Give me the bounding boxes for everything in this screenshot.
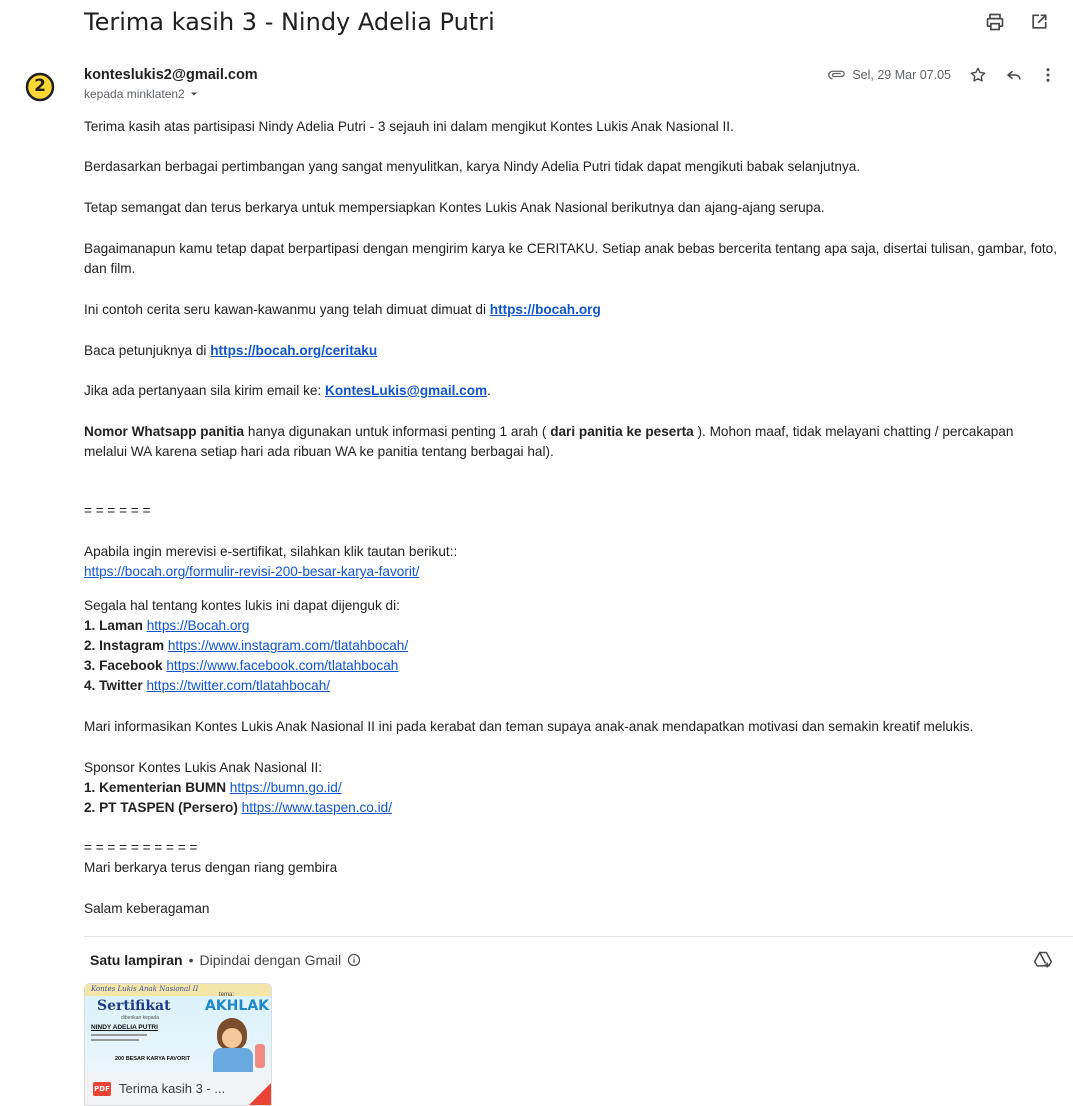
link-instagram[interactable]: https://www.instagram.com/tlatahbocah/ xyxy=(168,638,408,653)
example-text: Ini contoh cerita seru kawan-kawanmu yan… xyxy=(84,302,490,317)
subject-toolbar xyxy=(983,10,1051,34)
link-laman[interactable]: https://Bocah.org xyxy=(147,618,250,633)
social-label: 1. Laman xyxy=(84,618,143,633)
social-item-facebook: 3. Facebook https://www.facebook.com/tla… xyxy=(84,656,1059,676)
paragraph-whatsapp: Nomor Whatsapp panitia hanya digunakan u… xyxy=(84,422,1059,463)
add-to-drive-icon[interactable] xyxy=(1033,950,1053,975)
paragraph-thanks: Terima kasih atas partisipasi Nindy Adel… xyxy=(84,119,734,134)
whatsapp-direction: dari panitia ke peserta xyxy=(550,424,694,439)
message-date: Sel, 29 Mar 07.05 xyxy=(852,68,951,82)
page-fold-corner xyxy=(249,1083,271,1105)
social-label: 2. Instagram xyxy=(84,638,165,653)
link-taspen[interactable]: https://www.taspen.co.id/ xyxy=(242,800,392,815)
attachment-divider xyxy=(84,936,1073,937)
contact-end: . xyxy=(487,383,491,398)
recipient-text: kepada minklaten2 xyxy=(84,87,185,101)
preview-subtitle: diberikan kepada xyxy=(121,1015,160,1021)
social-label: 3. Facebook xyxy=(84,658,163,673)
link-bumn[interactable]: https://bumn.go.id/ xyxy=(230,780,342,795)
whatsapp-text1: hanya digunakan untuk informasi penting … xyxy=(244,424,551,439)
social-item-twitter: 4. Twitter https://twitter.com/tlatahboc… xyxy=(84,676,1059,696)
paragraph-ceritaku: Bagaimanapun kamu tetap dapat berpartipa… xyxy=(84,241,1058,277)
sender-email[interactable]: konteslukis2@gmail.com xyxy=(84,67,258,83)
recipient-line[interactable]: kepada minklaten2 xyxy=(84,87,199,101)
closing-line-1: Mari berkarya terus dengan riang gembira xyxy=(84,860,338,875)
separator-short: = = = = = = xyxy=(84,503,151,518)
attachment-filename: Terima kasih 3 - ... xyxy=(119,1081,226,1096)
paragraph-encourage: Tetap semangat dan terus berkarya untuk … xyxy=(84,200,825,215)
paragraph-info: Mari informasikan Kontes Lukis Anak Nasi… xyxy=(84,719,974,734)
revisi-line: https://bocah.org/formulir-revisi-200-be… xyxy=(84,562,1059,582)
sponsor-item-bumn: 1. Kementerian BUMN https://bumn.go.id/ xyxy=(84,778,1059,798)
sponsor-label: 1. Kementerian BUMN xyxy=(84,780,227,795)
info-icon[interactable] xyxy=(347,953,361,967)
open-new-window-icon[interactable] xyxy=(1027,10,1051,34)
preview-name: NINDY ADELIA PUTRI xyxy=(91,1024,158,1031)
pdf-file-icon: PDF xyxy=(93,1081,111,1096)
paragraph-contact: Jika ada pertanyaan sila kirim email ke:… xyxy=(84,381,1059,401)
sponsor-label: 2. PT TASPEN (Persero) xyxy=(84,800,238,815)
attachments-title: Satu lampiran xyxy=(90,952,183,968)
link-revisi[interactable]: https://bocah.org/formulir-revisi-200-be… xyxy=(84,564,419,579)
sender-avatar: 2 xyxy=(25,72,55,102)
scan-note: Dipindai dengan Gmail xyxy=(199,952,342,968)
paragraph-guide: Baca petunjuknya di https://bocah.org/ce… xyxy=(84,341,1059,361)
attachment-clip-icon xyxy=(828,70,846,80)
guide-text: Baca petunjuknya di xyxy=(84,343,211,358)
social-label: 4. Twitter xyxy=(84,678,143,693)
link-ceritaku[interactable]: https://bocah.org/ceritaku xyxy=(210,343,377,358)
preview-theme: AKHLAK xyxy=(205,998,270,1014)
social-item-instagram: 2. Instagram https://www.instagram.com/t… xyxy=(84,636,1059,656)
contact-text: Jika ada pertanyaan sila kirim email ke: xyxy=(84,383,326,398)
star-icon[interactable] xyxy=(969,66,987,84)
link-bocah[interactable]: https://bocah.org xyxy=(490,302,601,317)
paragraph-example: Ini contoh cerita seru kawan-kawanmu yan… xyxy=(84,300,1059,320)
preview-header: Kontes Lukis Anak Nasional II xyxy=(91,985,199,993)
paragraph-result: Berdasarkan berbagai pertimbangan yang s… xyxy=(84,159,861,174)
closing-line-2: Salam keberagaman xyxy=(84,901,210,916)
sponsor-intro: Sponsor Kontes Lukis Anak Nasional II: xyxy=(84,760,323,775)
attachment-card[interactable]: Kontes Lukis Anak Nasional II tema: AKHL… xyxy=(84,983,272,1106)
link-facebook[interactable]: https://www.facebook.com/tlatahbocah xyxy=(166,658,398,673)
link-twitter[interactable]: https://twitter.com/tlatahbocah/ xyxy=(146,678,330,693)
separator-long: = = = = = = = = = = xyxy=(84,840,198,855)
preview-rank: 200 BESAR KARYA FAVORIT xyxy=(115,1056,191,1062)
avatar-text: 2 xyxy=(34,76,46,96)
email-subject: Terima kasih 3 - Nindy Adelia Putri xyxy=(84,8,495,36)
attachments-dot: • xyxy=(188,952,194,968)
social-item-laman: 1. Laman https://Bocah.org xyxy=(84,616,1059,636)
social-intro: Segala hal tentang kontes lukis ini dapa… xyxy=(84,598,400,613)
sponsor-item-taspen: 2. PT TASPEN (Persero) https://www.taspe… xyxy=(84,798,1059,818)
link-contact-email[interactable]: KontesLukis@gmail.com xyxy=(325,383,487,398)
attachments-header: Satu lampiran • Dipindai dengan Gmail xyxy=(90,952,361,968)
print-icon[interactable] xyxy=(983,10,1007,34)
certificate-preview: Kontes Lukis Anak Nasional II tema: AKHL… xyxy=(85,984,271,1072)
message-meta: Sel, 29 Mar 07.05 xyxy=(828,66,1055,84)
caret-down-icon[interactable] xyxy=(189,89,199,99)
preview-title: Sertifikat xyxy=(97,998,171,1014)
revisi-text: Apabila ingin merevisi e-sertifikat, sil… xyxy=(84,544,458,559)
more-vert-icon[interactable] xyxy=(1041,66,1055,84)
whatsapp-bold: Nomor Whatsapp panitia xyxy=(84,424,245,439)
attachment-filebar: PDF Terima kasih 3 - ... xyxy=(85,1072,271,1105)
reply-icon[interactable] xyxy=(1005,66,1023,84)
